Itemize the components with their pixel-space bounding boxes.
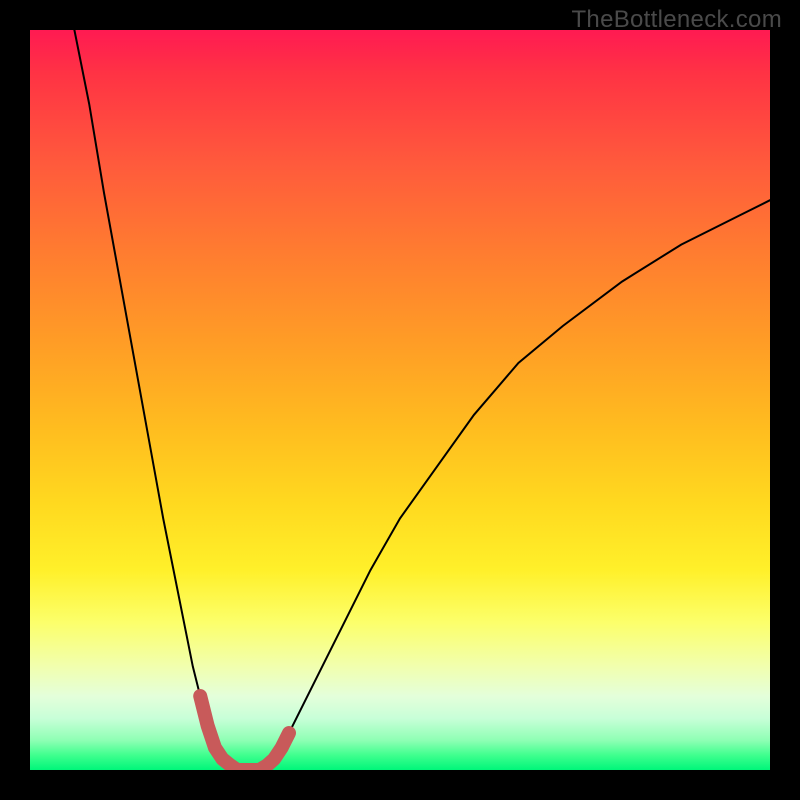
right-curve (259, 200, 770, 770)
chart-frame: TheBottleneck.com (0, 0, 800, 800)
plot-area (30, 30, 770, 770)
curve-layer (30, 30, 770, 770)
watermark-text: TheBottleneck.com (571, 6, 782, 34)
left-curve (74, 30, 237, 770)
trough-marker (200, 696, 289, 770)
